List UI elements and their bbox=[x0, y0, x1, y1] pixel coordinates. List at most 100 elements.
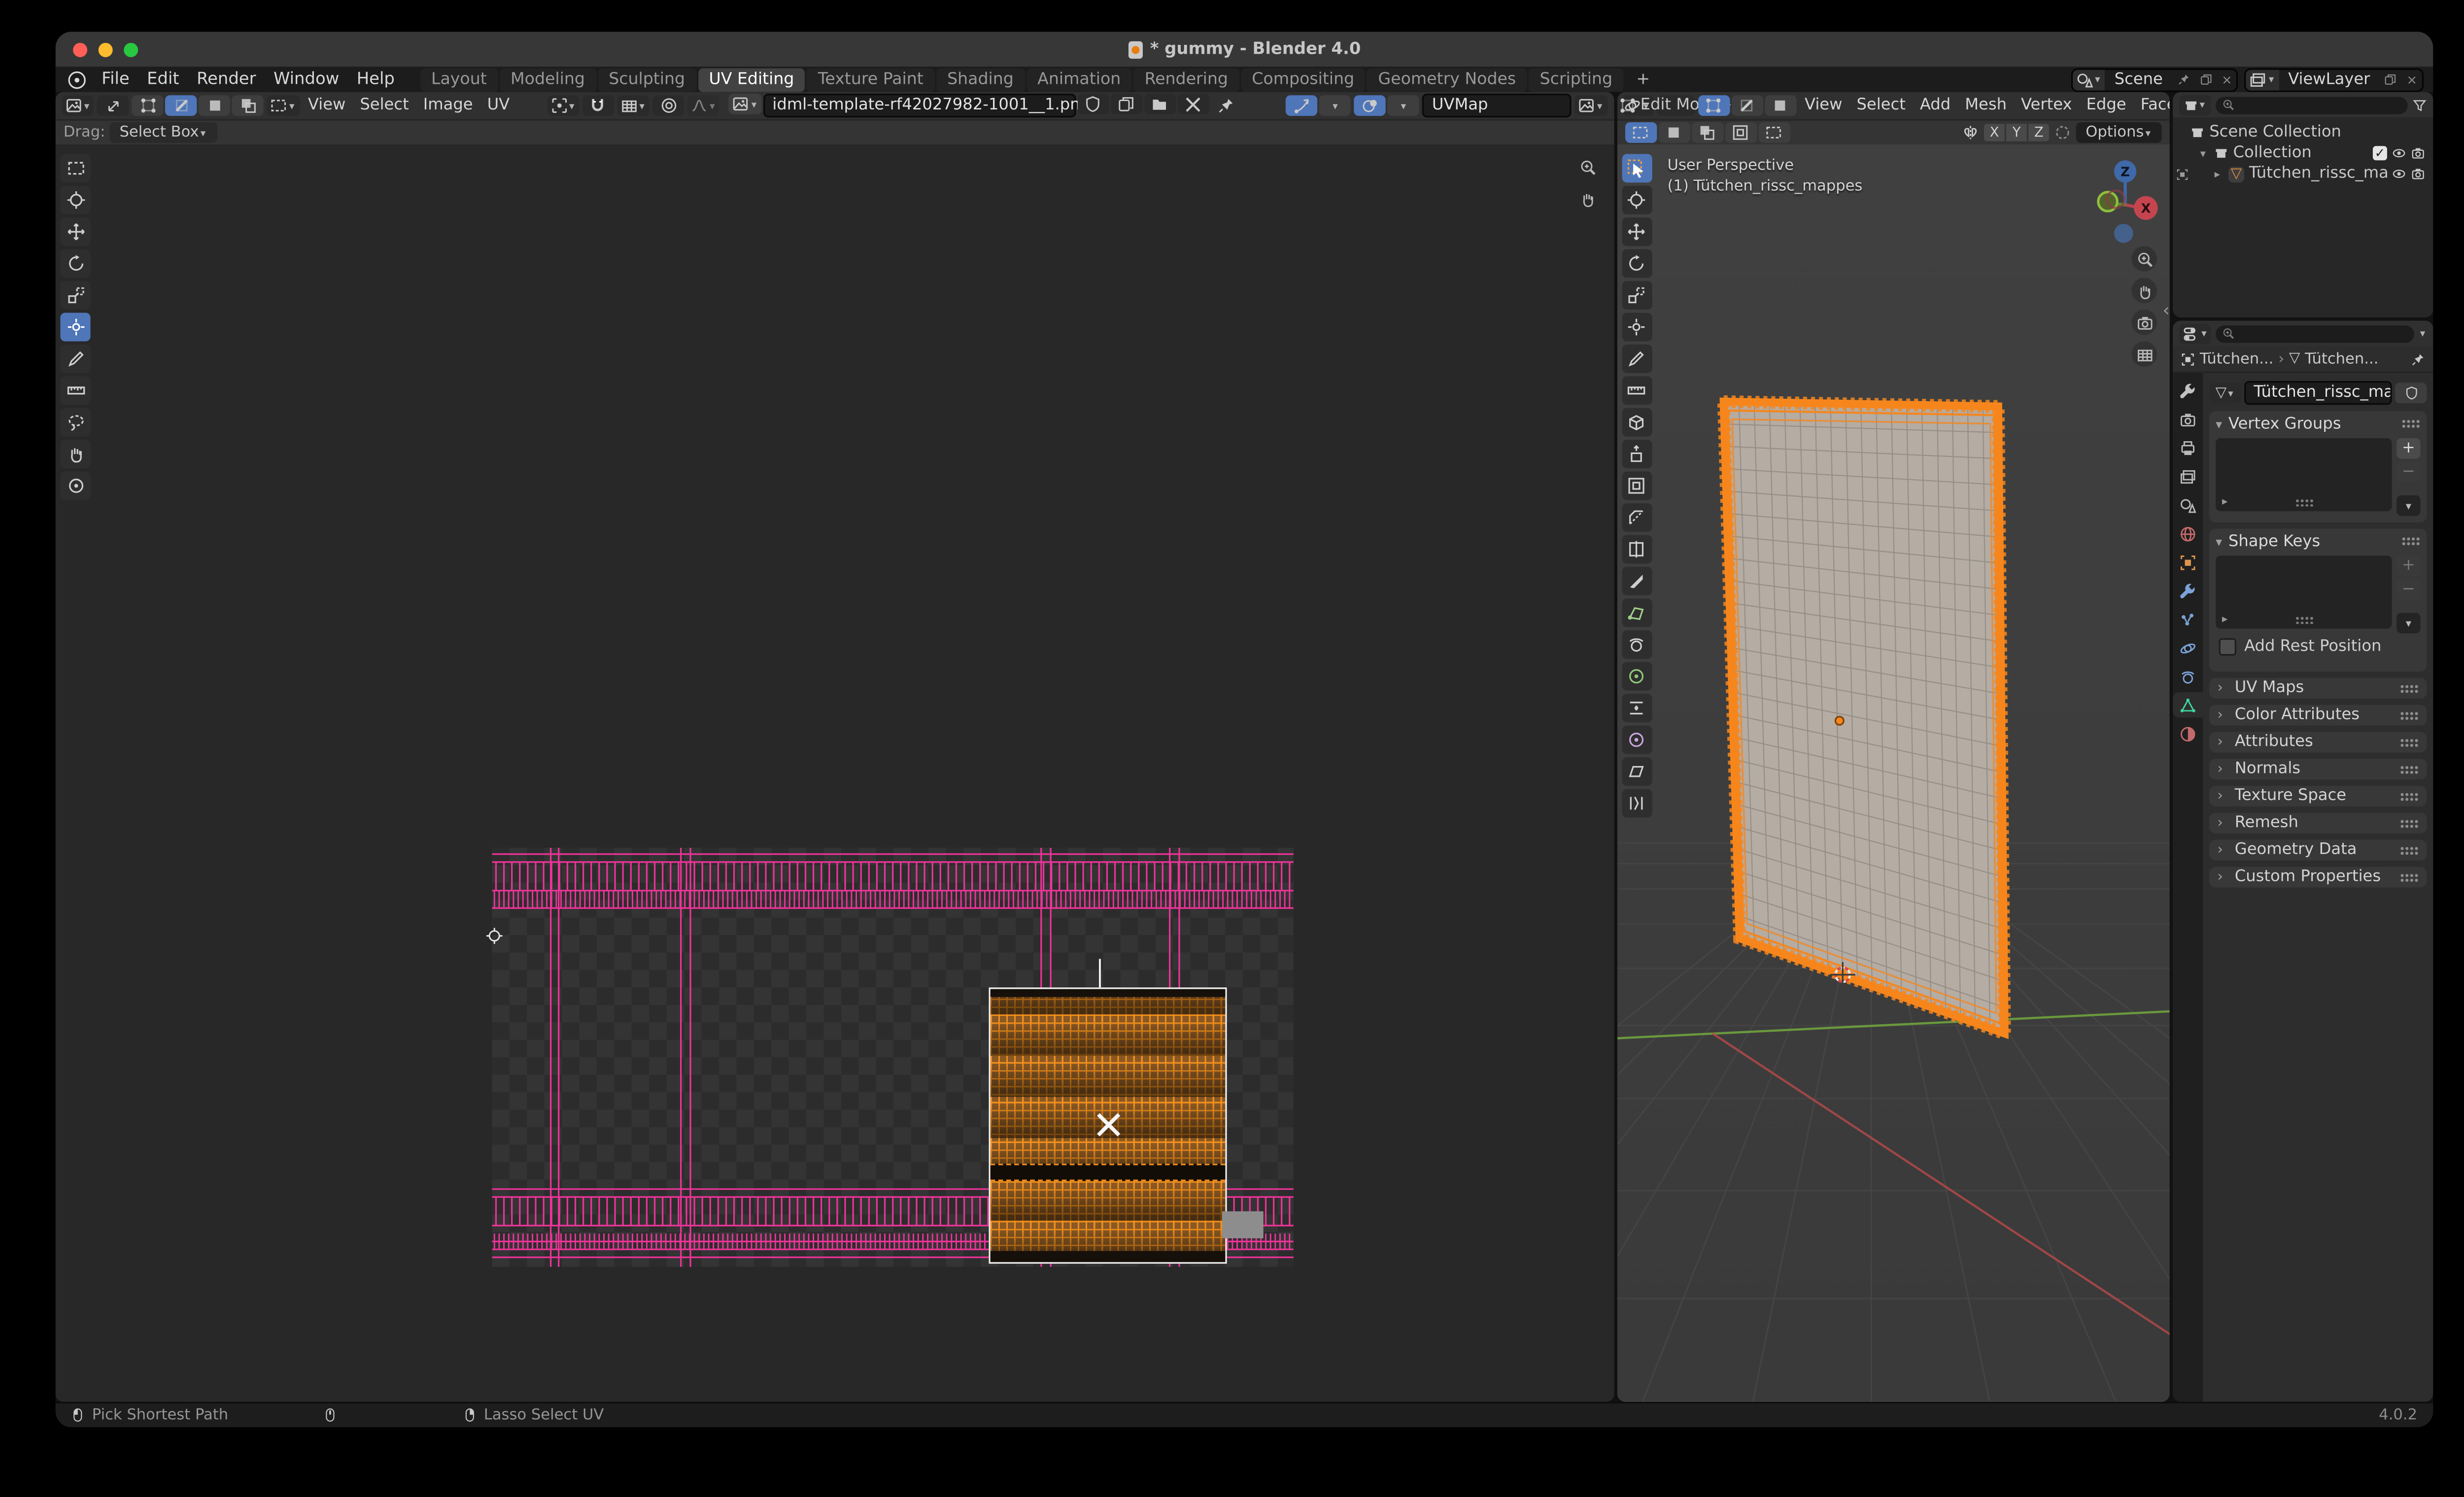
menu-window[interactable]: Window bbox=[266, 68, 347, 90]
add-workspace-button[interactable]: + bbox=[1625, 68, 1661, 91]
tool-relax-icon[interactable] bbox=[60, 440, 91, 469]
tab-particles[interactable] bbox=[2173, 606, 2203, 632]
select-invert-icon[interactable] bbox=[1724, 122, 1756, 143]
uv-select-mode-face[interactable] bbox=[199, 95, 231, 116]
uv-pivot-point-dropdown[interactable]: ▾ bbox=[547, 95, 580, 116]
tool-smooth-icon[interactable] bbox=[1621, 662, 1652, 691]
tool-grab-icon[interactable] bbox=[60, 408, 91, 437]
tool-move-icon[interactable] bbox=[60, 217, 91, 246]
select-extend-icon[interactable] bbox=[1658, 122, 1690, 143]
panel-expand-icon[interactable]: ▾ bbox=[2216, 417, 2222, 431]
uv-canvas[interactable] bbox=[55, 144, 1613, 1402]
tab-output[interactable] bbox=[2173, 435, 2203, 460]
tool-annotate-icon[interactable] bbox=[60, 344, 91, 373]
uv-zoom-gizmo-icon[interactable] bbox=[1575, 154, 1601, 179]
filter-icon[interactable] bbox=[2412, 98, 2427, 112]
tab-view-layer[interactable] bbox=[2173, 463, 2203, 489]
panel-uv-maps[interactable]: › UV Maps bbox=[2209, 678, 2427, 699]
list-filter-toggle[interactable]: ▸ bbox=[2222, 613, 2227, 626]
vp-menu-vertex[interactable]: Vertex bbox=[2016, 97, 2078, 114]
mirror-icon[interactable] bbox=[1962, 124, 1979, 141]
tab-scripting[interactable]: Scripting bbox=[1528, 67, 1624, 92]
tab-render[interactable] bbox=[2173, 406, 2203, 432]
tool-edge-slide-icon[interactable] bbox=[1621, 694, 1652, 723]
add-rest-position-label[interactable]: Add Rest Position bbox=[2244, 638, 2381, 656]
breadcrumb-data[interactable]: Tütchen... bbox=[2305, 350, 2379, 367]
properties-editor-type-button[interactable]: ▾ bbox=[2179, 323, 2212, 344]
hide-eye-icon[interactable] bbox=[2392, 167, 2406, 181]
vp-menu-select[interactable]: Select bbox=[1851, 97, 1911, 114]
tab-compositing[interactable]: Compositing bbox=[1240, 67, 1366, 92]
tool-pinch-icon[interactable] bbox=[60, 471, 91, 500]
collection-checkbox[interactable]: ✓ bbox=[2372, 146, 2387, 161]
vp-menu-view[interactable]: View bbox=[1799, 97, 1848, 114]
tab-physics[interactable] bbox=[2173, 635, 2203, 661]
mesh-data-icon[interactable]: ▽ bbox=[2289, 351, 2300, 367]
tool-scale-icon[interactable] bbox=[1621, 281, 1652, 310]
select-new-icon[interactable] bbox=[1624, 122, 1656, 143]
uv-gizmos-toggle[interactable] bbox=[1286, 95, 1318, 116]
uv-display-mode-dropdown[interactable]: ▾ bbox=[1574, 95, 1608, 116]
tab-tool[interactable] bbox=[2173, 378, 2203, 404]
uv-gizmos-dropdown[interactable]: ▾ bbox=[1319, 95, 1351, 116]
hide-eye-icon[interactable] bbox=[2392, 146, 2406, 160]
panel-geometry-data[interactable]: › Geometry Data bbox=[2209, 839, 2427, 861]
tab-object-data[interactable] bbox=[2173, 692, 2203, 718]
panel-color-attributes[interactable]: › Color Attributes bbox=[2209, 704, 2427, 726]
view-layer-selector[interactable]: ▾ ViewLayer × bbox=[2245, 67, 2424, 92]
image-fake-user-shield-icon[interactable] bbox=[1077, 94, 1109, 114]
tool-poly-build-icon[interactable] bbox=[1621, 598, 1652, 627]
panel-attributes[interactable]: › Attributes bbox=[2209, 731, 2427, 753]
uv-editor-type-button[interactable]: ▾ bbox=[62, 95, 94, 116]
vp-camera-view-icon[interactable] bbox=[2131, 310, 2157, 335]
pin-icon[interactable] bbox=[2172, 73, 2194, 86]
panel-remesh[interactable]: › Remesh bbox=[2209, 812, 2427, 834]
vp-menu-mesh[interactable]: Mesh bbox=[1959, 97, 2012, 114]
tab-texture-paint[interactable]: Texture Paint bbox=[807, 67, 935, 92]
remove-vertex-group-button[interactable]: − bbox=[2396, 462, 2421, 483]
uv-snap-toggle[interactable] bbox=[582, 95, 615, 116]
tool-select-box-icon[interactable] bbox=[1621, 154, 1652, 183]
vp-ortho-toggle-icon[interactable] bbox=[2131, 341, 2157, 367]
pin-icon[interactable] bbox=[1212, 97, 1239, 114]
tool-inset-faces-icon[interactable] bbox=[1621, 471, 1652, 500]
navigation-gizmo[interactable]: Z X bbox=[2087, 154, 2163, 249]
tool-move-icon[interactable] bbox=[1621, 217, 1652, 246]
tool-rotate-icon[interactable] bbox=[1621, 249, 1652, 278]
tab-geometry-nodes[interactable]: Geometry Nodes bbox=[1367, 67, 1527, 92]
sidebar-collapse-arrow[interactable]: ‹ bbox=[2163, 300, 2170, 321]
uv-select-mode-island[interactable] bbox=[232, 95, 264, 116]
uv-2d-cursor-icon[interactable] bbox=[482, 924, 505, 946]
vertex-group-specials-dropdown[interactable]: ▾ bbox=[2396, 495, 2421, 516]
add-vertex-group-button[interactable]: + bbox=[2396, 438, 2421, 459]
properties-options-dropdown[interactable]: ▾ bbox=[2418, 327, 2427, 340]
menu-file[interactable]: File bbox=[94, 68, 137, 90]
uv-select-mode-vertex[interactable] bbox=[132, 95, 164, 116]
list-resize-grip[interactable] bbox=[2294, 616, 2314, 624]
image-open-folder-icon[interactable] bbox=[1144, 94, 1176, 114]
remove-view-layer-icon[interactable]: × bbox=[2402, 72, 2422, 87]
image-browse-button[interactable]: ▾ bbox=[729, 94, 761, 114]
image-new-copy-icon[interactable] bbox=[1110, 94, 1142, 114]
tool-select-box-icon[interactable] bbox=[60, 154, 91, 183]
fake-user-shield-button[interactable] bbox=[2395, 383, 2427, 404]
uv-proportional-falloff-dropdown[interactable]: ▾ bbox=[687, 95, 720, 116]
blender-logo-icon[interactable] bbox=[65, 70, 87, 89]
mirror-z-button[interactable]: Z bbox=[2028, 124, 2050, 141]
tool-extrude-region-icon[interactable] bbox=[1621, 440, 1652, 469]
mesh-data-browse-button[interactable]: ▽ ▾ bbox=[2209, 383, 2241, 404]
close-window-button[interactable] bbox=[73, 42, 88, 57]
mesh-data-name-field[interactable]: Tütchen_rissc_mappes bbox=[2244, 381, 2392, 405]
tab-material[interactable] bbox=[2173, 721, 2203, 746]
tool-shear-icon[interactable] bbox=[1621, 757, 1652, 786]
object-icon[interactable] bbox=[2181, 351, 2195, 366]
tab-object[interactable] bbox=[2173, 549, 2203, 575]
mesh-select-mode-vertex[interactable] bbox=[1697, 95, 1730, 116]
minimize-window-button[interactable] bbox=[98, 42, 113, 57]
vp-menu-face[interactable]: Face bbox=[2135, 97, 2170, 114]
tool-rip-region-icon[interactable] bbox=[1621, 789, 1652, 818]
tab-animation[interactable]: Animation bbox=[1026, 67, 1132, 92]
mode-dropdown[interactable]: Edit Mode▾ bbox=[1656, 95, 1731, 116]
scene-name[interactable]: Scene bbox=[2105, 70, 2172, 88]
menu-edit[interactable]: Edit bbox=[139, 68, 187, 90]
